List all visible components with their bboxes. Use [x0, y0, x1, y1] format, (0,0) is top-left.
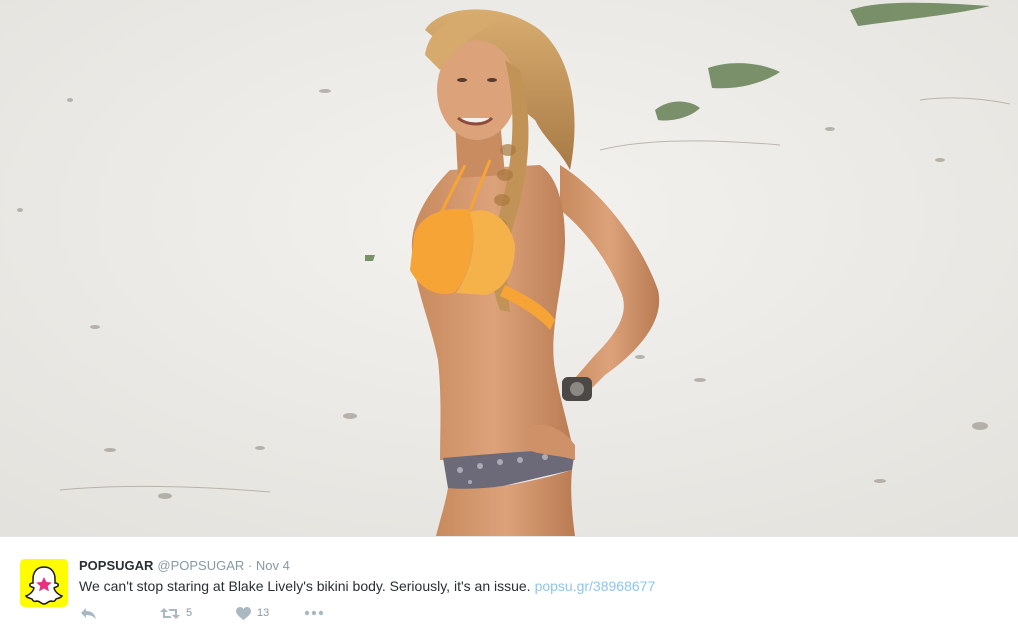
heart-icon [236, 606, 251, 620]
tweet-text: We can't stop staring at Blake Lively's … [79, 577, 998, 596]
more-button[interactable] [304, 610, 324, 616]
avatar[interactable] [20, 559, 68, 607]
like-count: 13 [257, 607, 270, 619]
author-name[interactable]: POPSUGAR [79, 558, 153, 573]
like-button[interactable]: 13 [236, 606, 276, 620]
reply-icon [81, 607, 96, 619]
snapchat-ghost-icon [20, 559, 68, 607]
retweet-icon [160, 607, 180, 619]
tweet-date[interactable]: Nov 4 [256, 558, 290, 573]
tweet-card: POPSUGAR @POPSUGAR · Nov 4 We can't stop … [0, 536, 1018, 643]
tweet-meta: POPSUGAR @POPSUGAR · Nov 4 [79, 558, 998, 574]
author-handle[interactable]: @POPSUGAR [157, 558, 244, 573]
retweet-button[interactable]: 5 [160, 607, 200, 620]
tweet-body: We can't stop staring at Blake Lively's … [79, 578, 531, 594]
tweet-content: POPSUGAR @POPSUGAR · Nov 4 We can't stop … [79, 558, 998, 596]
tweet-link[interactable]: popsu.gr/38968677 [535, 578, 656, 594]
meta-separator: · [247, 558, 253, 573]
tweet-photo[interactable] [0, 0, 1018, 536]
retweet-count: 5 [186, 607, 193, 619]
more-dots-icon [304, 610, 324, 616]
reply-button[interactable] [80, 607, 98, 620]
tweet-actions: 5 13 [80, 605, 324, 621]
beach-photo-image [0, 0, 1018, 536]
